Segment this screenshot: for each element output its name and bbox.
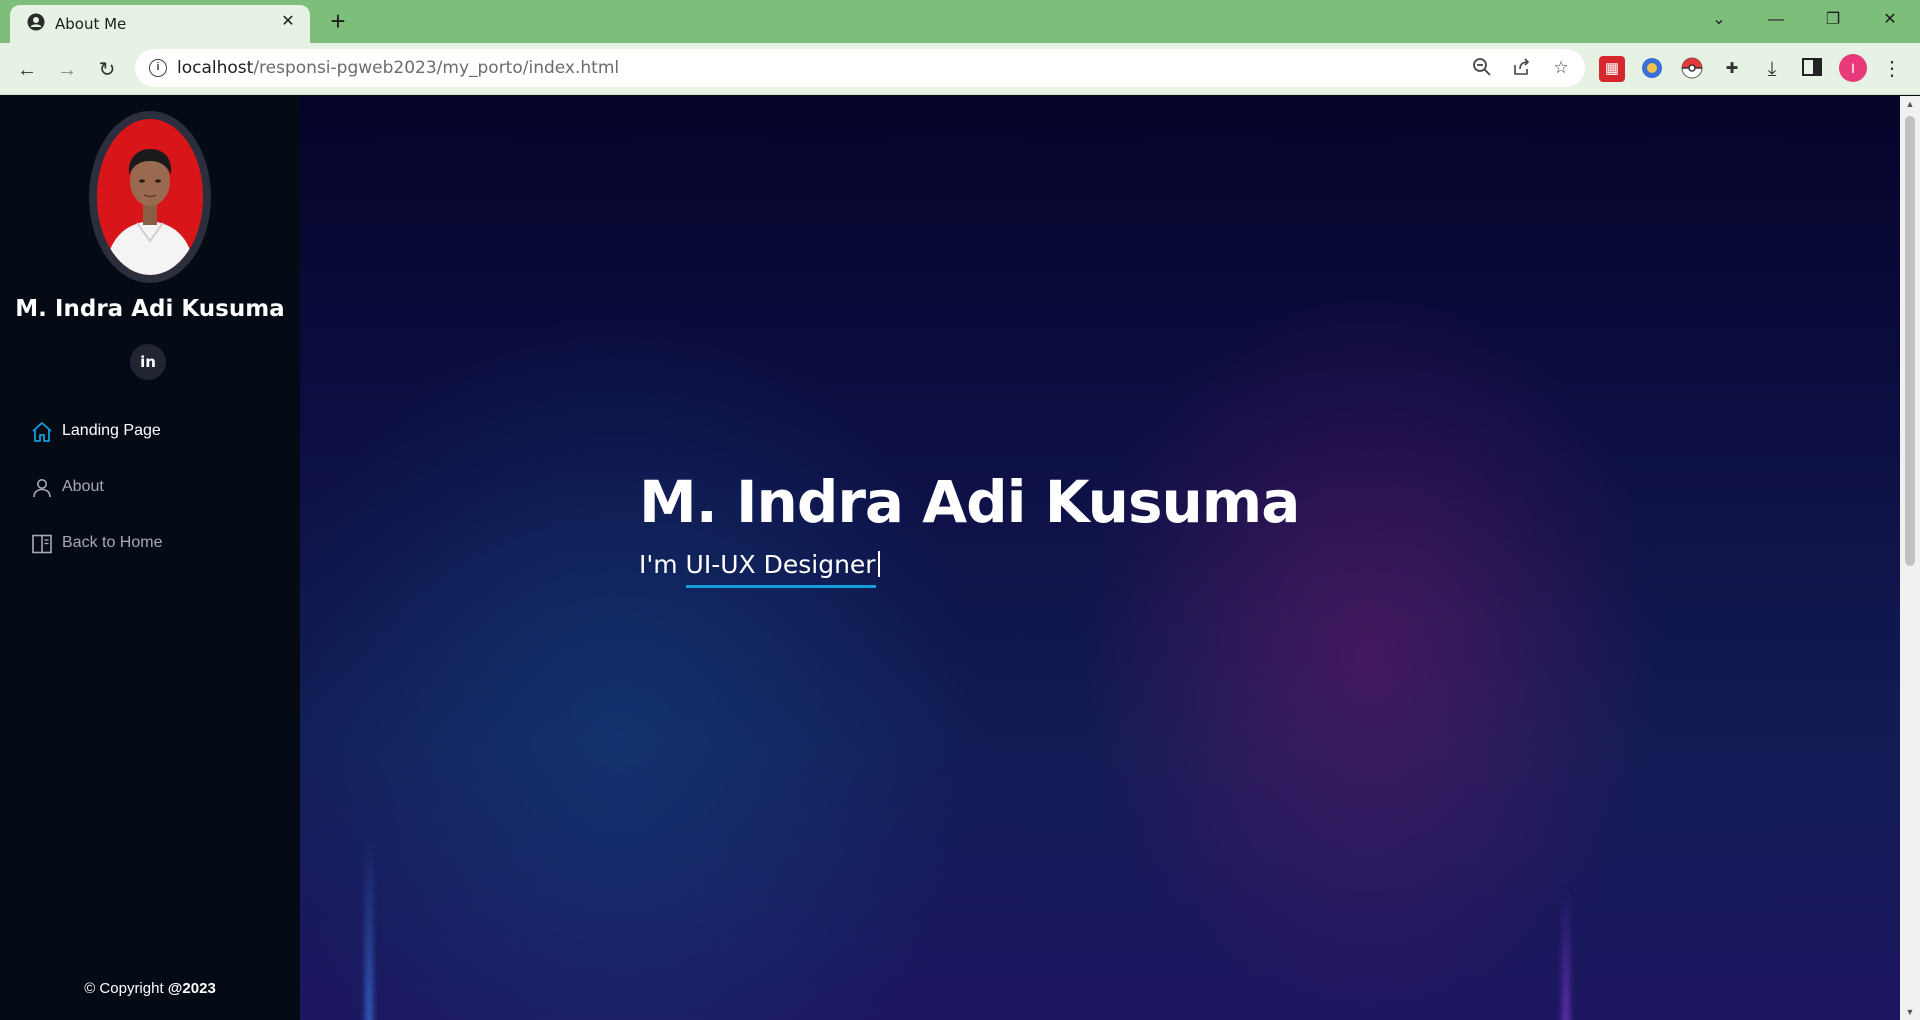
copyright-prefix: © Copyright [84, 980, 168, 997]
tab-search-icon[interactable]: ⌄ [1701, 6, 1737, 34]
minimize-button[interactable]: — [1758, 6, 1794, 34]
hero-subtitle: I'm UI-UX Designer [639, 550, 880, 588]
sidebar-name: M. Indra Adi Kusuma [15, 296, 285, 322]
nav-item-back-to-home[interactable]: Back to Home [30, 524, 270, 564]
site-info-icon[interactable]: i [149, 59, 167, 77]
person-icon [33, 479, 51, 498]
download-icon[interactable]: ⤓ [1759, 56, 1785, 82]
typing-caret [877, 551, 880, 577]
url-path: /responsi-pgweb2023/my_porto/index.html [253, 58, 620, 78]
copyright-year: @2023 [167, 980, 216, 997]
extension-shield-icon[interactable] [1639, 56, 1665, 82]
browser-tab[interactable]: About Me ✕ [10, 5, 310, 43]
scroll-up-arrow[interactable]: ▲ [1900, 96, 1920, 112]
tab-title: About Me [55, 15, 127, 33]
scroll-thumb[interactable] [1905, 116, 1915, 566]
nav-item-landing-page[interactable]: Landing Page [30, 412, 270, 452]
browser-menu-icon[interactable]: ⋮ [1879, 56, 1905, 82]
page-scrollbar[interactable]: ▲ ▼ [1900, 96, 1920, 1020]
copyright: © Copyright @2023 [0, 980, 300, 997]
nav-label-back-to-home: Back to Home [62, 534, 163, 551]
restore-button[interactable]: ❐ [1815, 6, 1851, 34]
reload-button[interactable]: ↻ [92, 55, 122, 85]
close-window-button[interactable]: ✕ [1872, 6, 1908, 34]
page-content: M. Indra Adi Kusuma in Landing Page Abou… [0, 96, 1920, 1020]
linkedin-button[interactable]: in [130, 344, 166, 380]
side-panel-icon[interactable] [1799, 56, 1825, 82]
back-button[interactable]: ← [12, 55, 42, 85]
forward-button[interactable]: → [52, 55, 82, 85]
layout-icon [32, 534, 52, 554]
home-icon [32, 422, 52, 442]
typed-role: UI-UX Designer [685, 550, 876, 588]
new-tab-button[interactable]: + [324, 8, 352, 36]
extension-red-icon[interactable]: ▦ [1599, 56, 1625, 82]
nav-label-landing-page: Landing Page [62, 422, 161, 439]
extensions-puzzle-icon[interactable]: ✚ [1719, 56, 1745, 82]
bookmark-star-icon[interactable]: ☆ [1550, 57, 1572, 79]
light-beam-left [365, 836, 373, 1020]
url-host: localhost [177, 58, 254, 78]
close-tab-icon[interactable]: ✕ [278, 12, 298, 32]
address-bar[interactable]: i localhost/responsi-pgweb2023/my_porto/… [135, 49, 1585, 87]
sidebar: M. Indra Adi Kusuma in Landing Page Abou… [0, 96, 300, 1020]
nav-label-about: About [62, 478, 104, 495]
url-text[interactable]: localhost/responsi-pgweb2023/my_porto/in… [177, 58, 619, 78]
browser-toolbar: ← → ↻ i localhost/responsi-pgweb2023/my_… [0, 43, 1920, 95]
profile-avatar[interactable]: I [1839, 54, 1867, 82]
scroll-down-arrow[interactable]: ▼ [1900, 1004, 1920, 1020]
hero-section: M. Indra Adi Kusuma I'm UI-UX Designer [300, 96, 1900, 1020]
browser-tabstrip: About Me ✕ + ⌄ — ❐ ✕ [0, 0, 1920, 43]
share-icon[interactable] [1511, 57, 1533, 79]
linkedin-icon: in [140, 353, 156, 371]
zoom-icon[interactable] [1471, 57, 1493, 79]
profile-photo [97, 119, 203, 275]
extension-pokeball-icon[interactable] [1679, 56, 1705, 82]
light-beam-right [1562, 886, 1570, 1020]
user-favicon-icon [27, 13, 45, 31]
hero-title: M. Indra Adi Kusuma [639, 468, 1300, 536]
nav-item-about[interactable]: About [30, 468, 270, 508]
profile-photo-frame [89, 111, 211, 283]
hero-subtitle-prefix: I'm [639, 550, 686, 579]
